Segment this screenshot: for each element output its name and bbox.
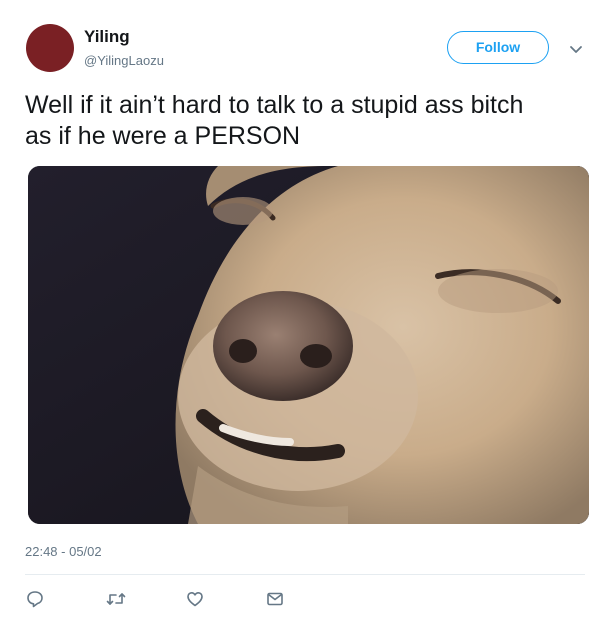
tweet-photo[interactable] [28, 166, 589, 524]
avatar[interactable] [26, 24, 74, 72]
heart-icon[interactable] [186, 590, 204, 608]
author-handle[interactable]: @YilingLaozu [84, 53, 164, 69]
tweet-text-line-1: Well if it ain’t hard to talk to a stupi… [25, 91, 524, 119]
reply-icon[interactable] [26, 590, 44, 608]
envelope-icon[interactable] [266, 590, 284, 608]
tweet-text-line-2: as if he were a PERSON [25, 122, 301, 150]
divider [25, 574, 585, 575]
follow-button[interactable]: Follow [447, 31, 549, 64]
tweet-text: Well if it ain’t hard to talk to a stupi… [25, 90, 595, 152]
author-name[interactable]: Yiling [84, 27, 130, 47]
tweet-timestamp[interactable]: 22:48 - 05/02 [25, 544, 102, 560]
retweet-icon[interactable] [106, 590, 126, 608]
chevron-down-icon[interactable] [569, 42, 583, 53]
